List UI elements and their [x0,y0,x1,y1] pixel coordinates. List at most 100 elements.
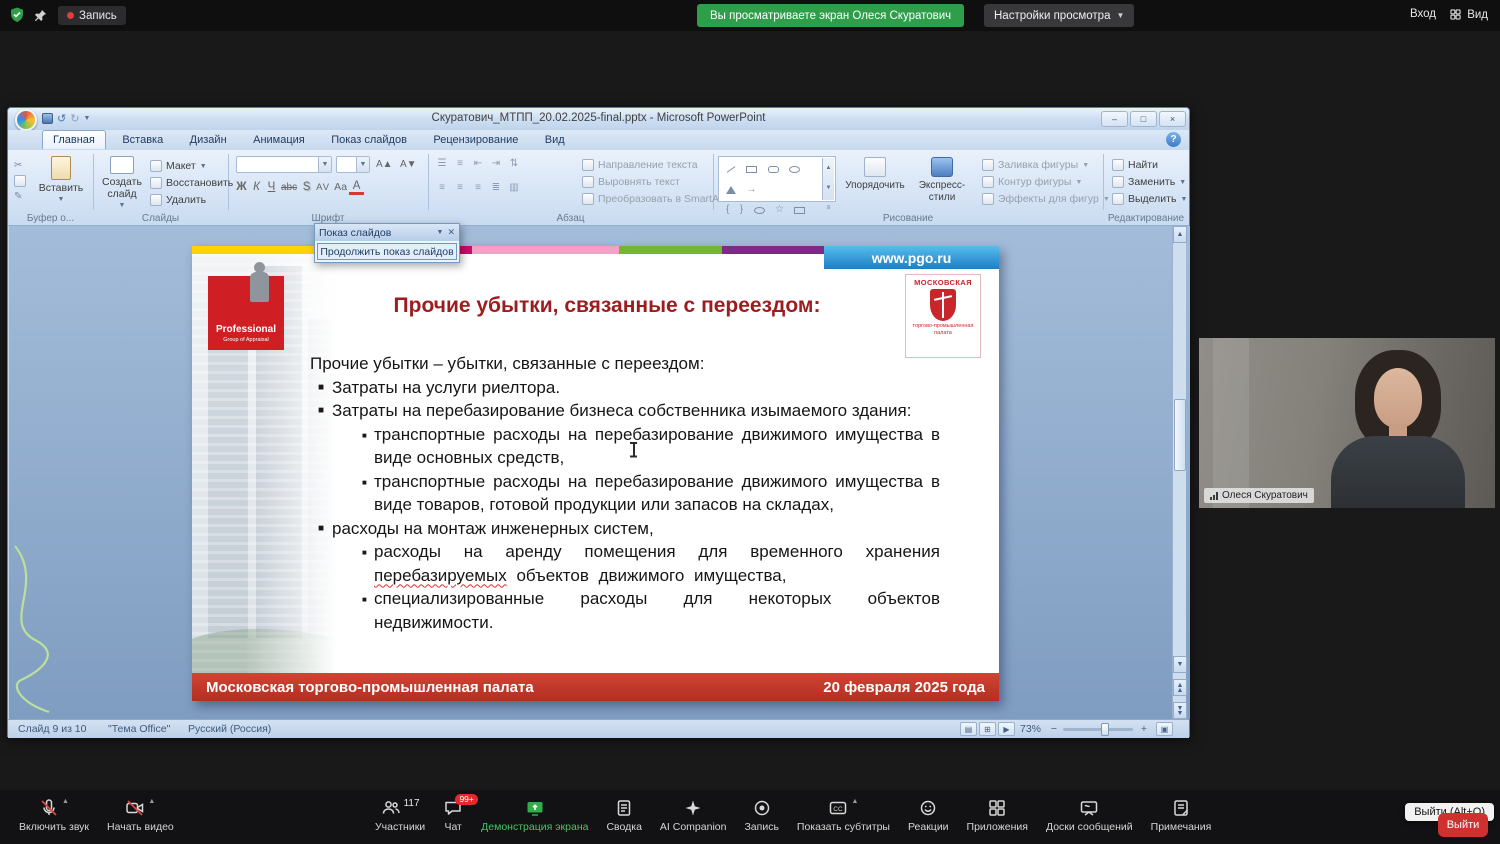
underline-button[interactable]: Ч [264,178,279,196]
minimize-button[interactable]: – [1101,111,1128,127]
tab-insert[interactable]: Вставка [112,131,173,150]
increase-indent-icon[interactable]: ⇥ [488,156,504,171]
ppt-title-bar[interactable]: ↺ ↻ ▼ Скуратович_МТПП_20.02.2025-final.p… [8,108,1189,130]
whiteboards-button[interactable]: Доски сообщений [1037,793,1142,833]
shapes-scroll[interactable]: ▲▼≡ [822,158,834,200]
arrange-button[interactable]: Упорядочить [844,157,906,192]
vertical-scrollbar[interactable]: ▲ ▼ ▲▲ ▼▼ [1172,226,1186,719]
record-button[interactable]: Запись [735,793,787,833]
fit-to-window-button[interactable]: ▣ [1156,722,1173,736]
smartart-button[interactable]: Преобразовать в SmartArt [582,191,725,207]
share-screen-button[interactable]: Демонстрация экрана [472,793,597,833]
view-button[interactable]: Вид [1449,8,1488,21]
select-button[interactable]: Выделить▼ [1112,191,1187,207]
normal-view-button[interactable]: ▤ [960,722,977,736]
view-settings-dropdown[interactable]: Настройки просмотра ▼ [984,4,1134,27]
unmute-button[interactable]: ▲ Включить звук [10,793,98,833]
scroll-up-button[interactable]: ▲ [1173,226,1187,243]
bold-button[interactable]: Ж [234,178,249,196]
shadow-button[interactable]: S [299,178,314,196]
slide-body-text[interactable]: Прочие убытки – убытки, связанные с пере… [310,352,944,634]
next-slide-button[interactable]: ▼▼ [1173,702,1187,719]
zoom-percent[interactable]: 73% [1020,723,1041,735]
close-button[interactable]: × [1159,111,1186,127]
tab-view[interactable]: Вид [535,131,575,150]
shape-effects-button[interactable]: Эффекты для фигур▼ [982,191,1110,207]
grow-font-button[interactable]: А▲ [374,155,395,173]
shrink-font-button[interactable]: А▼ [398,155,419,173]
char-spacing-button[interactable]: AV [314,178,332,196]
zoom-slider-thumb[interactable] [1101,723,1109,736]
tab-slideshow[interactable]: Показ слайдов [321,131,417,150]
copy-icon[interactable] [14,175,26,187]
security-shield-icon[interactable] [8,6,26,24]
decrease-indent-icon[interactable]: ⇤ [470,156,486,171]
chevron-up-icon[interactable]: ▲ [148,798,155,805]
font-color-button[interactable]: А [349,180,364,195]
align-left-icon[interactable]: ≡ [434,180,450,195]
zoom-slider[interactable] [1063,728,1133,731]
pin-icon[interactable] [33,8,48,23]
delete-button[interactable]: Удалить [150,192,206,208]
zoom-in-button[interactable]: + [1141,723,1147,735]
start-video-button[interactable]: ▲ Начать видео [98,793,183,833]
tab-review[interactable]: Рецензирование [423,131,528,150]
align-right-icon[interactable]: ≡ [470,180,486,195]
slide-sorter-button[interactable]: ⊞ [979,722,996,736]
chat-button[interactable]: 99+ Чат [434,793,472,833]
line-spacing-icon[interactable]: ⇅ [506,156,522,171]
font-name-combo[interactable]: ▼ [236,156,332,173]
new-slide-button[interactable]: Создать слайд ▼ [98,156,146,212]
chevron-up-icon[interactable]: ▲ [62,798,69,805]
bullets-icon[interactable]: ☰ [434,156,450,171]
align-text-button[interactable]: Выровнять текст [582,174,680,190]
tab-home[interactable]: Главная [42,130,106,149]
maximize-button[interactable]: □ [1130,111,1157,127]
find-button[interactable]: Найти [1112,157,1158,173]
shape-outline-button[interactable]: Контур фигуры▼ [982,174,1082,190]
slide-canvas[interactable]: www.pgo.ru Professional Group of Apprais… [192,246,999,701]
previous-slide-button[interactable]: ▲▲ [1173,679,1187,696]
numbering-icon[interactable]: ≡ [452,156,468,171]
notes-button[interactable]: Примечания [1142,793,1221,833]
shape-fill-button[interactable]: Заливка фигуры▼ [982,157,1089,173]
status-language[interactable]: Русский (Россия) [188,723,271,735]
columns-icon[interactable]: ▥ [506,180,522,195]
leave-button[interactable]: Выйти [1438,813,1488,837]
chevron-down-icon[interactable]: ▼ [437,229,444,236]
format-painter-icon[interactable]: ✎ [14,191,26,202]
captions-button[interactable]: CC ▲ Показать субтитры [788,793,899,833]
scrollbar-thumb[interactable] [1174,399,1186,471]
change-case-button[interactable]: Аа [332,178,349,196]
quick-styles-button[interactable]: Экспресс-стили [910,157,974,204]
cut-icon[interactable]: ✂ [14,160,26,171]
participants-button[interactable]: 117 Участники [366,793,434,833]
scroll-down-button[interactable]: ▼ [1173,656,1187,673]
shapes-gallery[interactable]: → { } ☆ ▲▼≡ [718,156,836,202]
reset-button[interactable]: Восстановить [150,175,233,191]
font-size-combo[interactable]: ▼ [336,156,370,173]
text-direction-button[interactable]: Направление текста [582,157,698,173]
replace-button[interactable]: Заменить▼ [1112,174,1186,190]
justify-icon[interactable]: ≣ [488,180,504,195]
participant-video[interactable]: Олеся Скуратович [1199,338,1495,508]
login-button[interactable]: Вход [1410,8,1436,20]
paste-button[interactable]: Вставить ▼ [36,156,86,206]
strikethrough-button[interactable]: abc [279,178,299,196]
slide-editor-area[interactable]: www.pgo.ru Professional Group of Apprais… [9,226,1190,719]
apps-button[interactable]: Приложения [958,793,1037,833]
layout-button[interactable]: Макет▼ [150,158,207,174]
tab-design[interactable]: Дизайн [180,131,237,150]
popup-title-bar[interactable]: Показ слайдов ▼ ✕ [315,224,459,241]
italic-button[interactable]: К [249,178,264,196]
chevron-up-icon[interactable]: ▲ [851,798,858,805]
align-center-icon[interactable]: ≡ [452,180,468,195]
popup-close-icon[interactable]: ✕ [447,227,455,238]
zoom-out-button[interactable]: − [1051,723,1057,735]
recording-indicator[interactable]: Запись [58,6,126,25]
ai-companion-button[interactable]: AI Companion [651,793,736,833]
help-icon[interactable]: ? [1166,132,1181,147]
tab-animation[interactable]: Анимация [243,131,315,150]
continue-slideshow-button[interactable]: Продолжить показ слайдов [317,243,457,260]
reactions-button[interactable]: Реакции [899,793,958,833]
